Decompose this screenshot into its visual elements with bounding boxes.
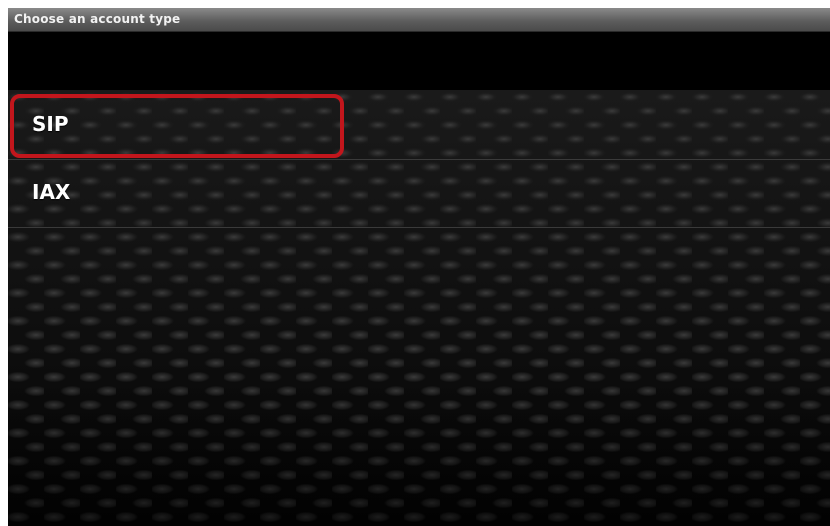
list-item-label: IAX [32, 180, 71, 204]
header-spacer [8, 32, 830, 90]
title-bar: Choose an account type [8, 8, 830, 32]
list-item-sip[interactable]: SIP [8, 92, 830, 160]
account-type-dialog: Choose an account type SIP IAX [8, 8, 830, 526]
list-item-label: SIP [32, 112, 69, 136]
list-item-iax[interactable]: IAX [8, 160, 830, 228]
account-type-list: SIP IAX [8, 90, 830, 526]
dialog-title: Choose an account type [14, 12, 181, 26]
